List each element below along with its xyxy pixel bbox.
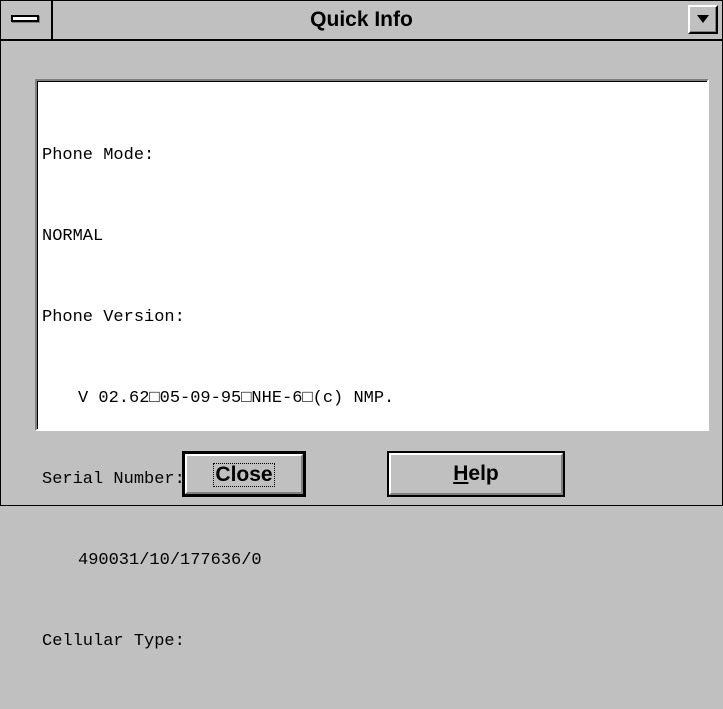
info-text-content: Phone Mode: NORMAL Phone Version: V 02.6… [37, 81, 707, 651]
close-button-label: Close [213, 463, 275, 487]
quick-info-dialog: Quick Info Phone Mode: NORMAL Phone Vers… [0, 0, 723, 651]
system-menu-button[interactable] [1, 1, 53, 39]
info-text-box[interactable]: Phone Mode: NORMAL Phone Version: V 02.6… [35, 79, 709, 651]
info-label-serial-number: Serial Number: [42, 470, 185, 489]
help-button[interactable]: Help [387, 451, 565, 497]
title-bar: Quick Info [1, 1, 722, 41]
info-value-phone-version: V 02.62□05-09-95□NHE-6□(c) NMP. [78, 389, 395, 408]
close-button-face: Close [185, 454, 303, 494]
window-title: Quick Info [310, 8, 413, 31]
info-label-cellular-type: Cellular Type: [42, 632, 185, 651]
minimize-button[interactable] [688, 5, 718, 34]
help-button-label: elp [468, 462, 499, 485]
help-button-face: Help [389, 453, 563, 495]
info-value-serial-number: 490031/10/177636/0 [78, 551, 262, 570]
info-label-phone-version: Phone Version: [42, 308, 185, 327]
info-label-phone-mode: Phone Mode: [42, 146, 155, 165]
close-button[interactable]: Close [182, 451, 306, 497]
info-value-phone-mode: NORMAL [42, 227, 104, 246]
chevron-down-icon [697, 15, 709, 23]
system-menu-icon [11, 15, 39, 22]
help-button-mnemonic: H [453, 462, 469, 485]
